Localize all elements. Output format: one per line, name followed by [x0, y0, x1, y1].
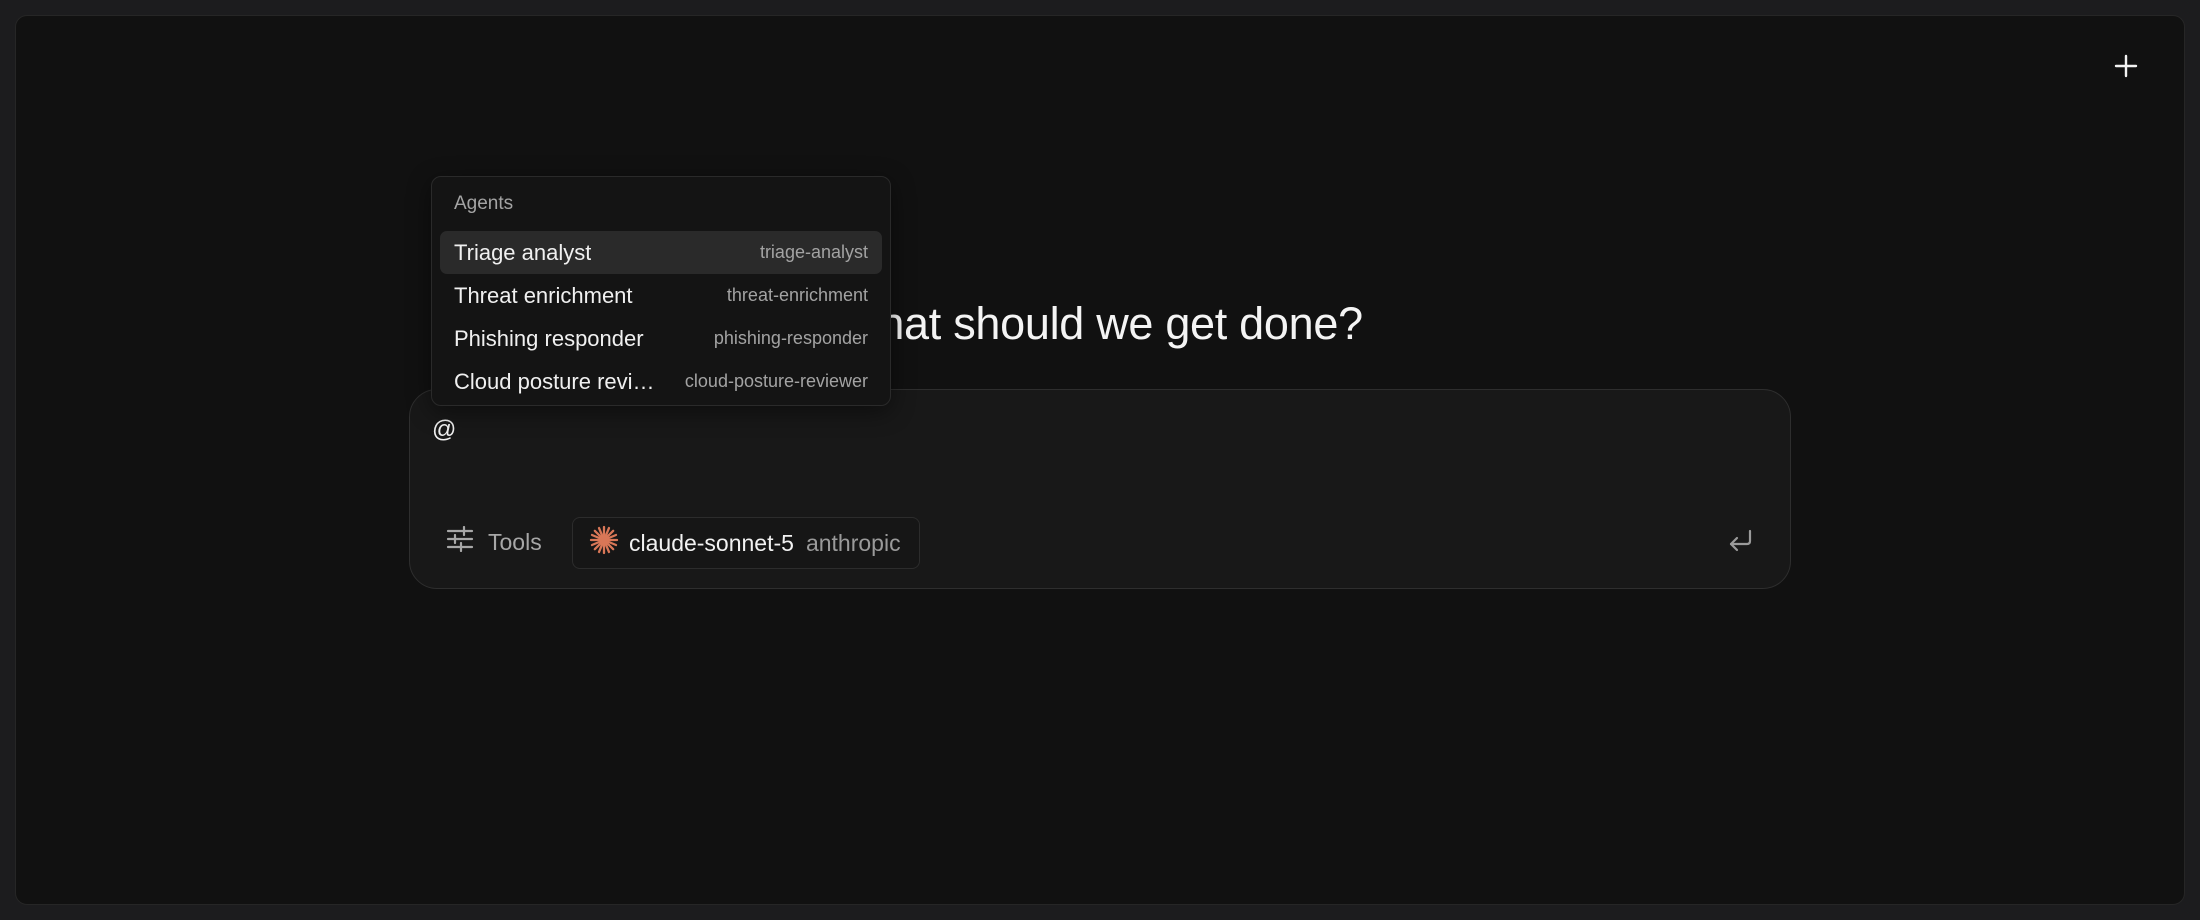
send-button[interactable]	[1720, 523, 1760, 563]
composer: Tools claude-sonnet-5	[409, 389, 1791, 589]
anthropic-logo-icon	[589, 525, 619, 561]
agent-item-label: Cloud posture reviewer	[454, 368, 664, 394]
agent-item-label: Threat enrichment	[454, 282, 633, 308]
agent-item-phishing-responder[interactable]: Phishing responder phishing-responder	[440, 317, 882, 360]
agent-item-label: Triage analyst	[454, 239, 592, 265]
tools-label: Tools	[488, 528, 542, 555]
sliders-icon	[446, 525, 474, 558]
agent-item-label: Phishing responder	[454, 325, 644, 351]
agent-item-slug: phishing-responder	[713, 328, 868, 348]
enter-return-icon	[1726, 528, 1754, 559]
agent-item-slug: cloud-posture-reviewer	[684, 371, 868, 391]
prompt-input[interactable]	[432, 410, 1732, 450]
model-name: claude-sonnet-5	[629, 529, 794, 556]
agent-item-threat-enrichment[interactable]: Threat enrichment threat-enrichment	[440, 274, 882, 317]
agent-item-slug: triage-analyst	[759, 242, 868, 262]
agent-item-triage-analyst[interactable]: Triage analyst triage-analyst	[440, 231, 882, 274]
menu-heading: Agents	[454, 193, 514, 214]
agent-item-cloud-posture-reviewer[interactable]: Cloud posture reviewer cloud-posture-rev…	[440, 360, 882, 403]
plus-icon	[2114, 54, 2138, 78]
new-chat-button[interactable]	[2106, 46, 2146, 86]
app-window: What should we get done? Tools	[15, 15, 2185, 905]
agent-mention-menu: Agents Triage analyst triage-analyst Thr…	[431, 176, 891, 406]
page-heading: What should we get done?	[837, 298, 1363, 349]
tools-button[interactable]: Tools	[446, 520, 542, 564]
agent-item-slug: threat-enrichment	[726, 285, 868, 305]
model-provider: anthropic	[805, 529, 901, 556]
model-selector[interactable]: claude-sonnet-5 anthropic	[572, 517, 920, 569]
